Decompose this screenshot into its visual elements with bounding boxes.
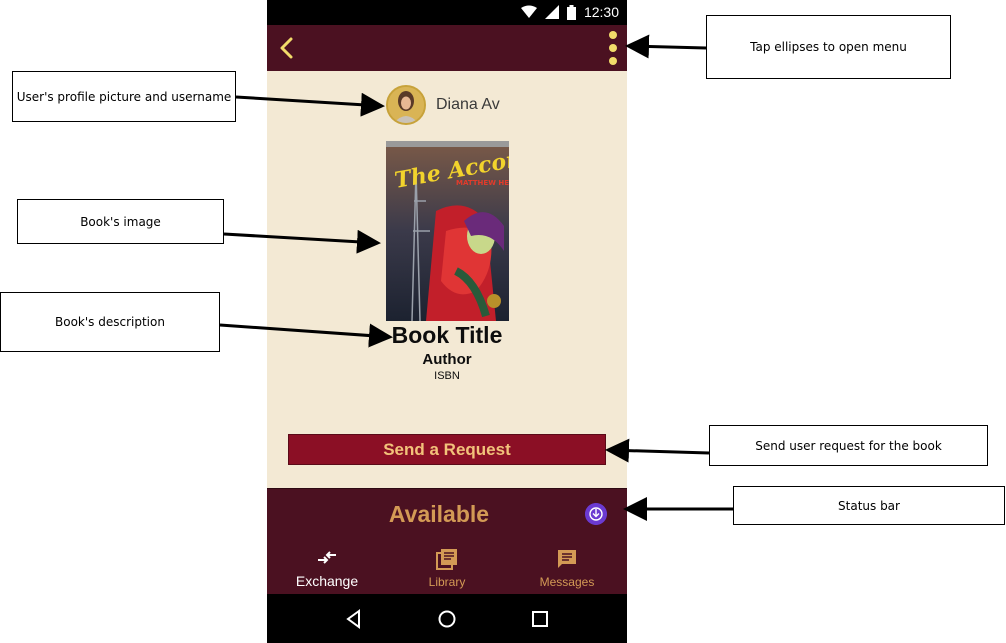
annotation-profile: User's profile picture and username bbox=[12, 71, 236, 122]
vertical-ellipsis-icon[interactable] bbox=[603, 29, 623, 67]
book-cover-image: The Accomplice MATTHEW HEAD bbox=[386, 141, 509, 321]
send-request-button[interactable]: Send a Request bbox=[288, 434, 606, 465]
annotation-status: Status bar bbox=[733, 486, 1005, 525]
annotation-description: Book's description bbox=[0, 292, 220, 352]
nav-label-messages: Messages bbox=[539, 575, 595, 589]
bottom-navigation: Exchange Library Messages bbox=[267, 537, 627, 594]
system-navigation-bar bbox=[267, 594, 627, 643]
book-isbn: ISBN bbox=[434, 370, 460, 382]
avatar[interactable] bbox=[386, 85, 426, 125]
android-status-bar: 12:30 bbox=[267, 0, 627, 25]
wifi-icon bbox=[520, 5, 537, 18]
download-circle-icon[interactable] bbox=[585, 503, 607, 525]
chevron-left-icon[interactable] bbox=[275, 35, 301, 61]
app-bar bbox=[267, 25, 627, 71]
back-triangle-icon[interactable] bbox=[343, 608, 365, 630]
username: Diana Av bbox=[436, 96, 500, 113]
swap-arrows-icon bbox=[318, 551, 336, 564]
library-icon bbox=[436, 549, 457, 570]
nav-label-library: Library bbox=[428, 575, 466, 589]
signal-icon bbox=[544, 5, 559, 19]
annotation-menu: Tap ellipses to open menu bbox=[706, 15, 951, 79]
annotation-image: Book's image bbox=[17, 199, 224, 244]
nav-item-messages[interactable]: Messages bbox=[507, 537, 627, 594]
user-profile[interactable]: Diana Av bbox=[386, 84, 500, 126]
phone-screen: 12:30 Diana Av The Accomplice MATTHEW HE… bbox=[267, 0, 627, 643]
message-icon bbox=[558, 550, 576, 568]
book-author: Author bbox=[422, 351, 472, 368]
availability-status-bar: Available bbox=[267, 488, 627, 537]
home-circle-icon[interactable] bbox=[436, 608, 458, 630]
cover-author: MATTHEW HEAD bbox=[456, 179, 509, 187]
nav-item-exchange[interactable]: Exchange bbox=[267, 537, 387, 594]
battery-icon bbox=[566, 4, 576, 20]
recents-square-icon[interactable] bbox=[529, 608, 551, 630]
nav-label-exchange: Exchange bbox=[295, 573, 359, 589]
clock: 12:30 bbox=[583, 4, 619, 20]
book-title: Book Title bbox=[391, 322, 503, 348]
status-label: Available bbox=[388, 501, 490, 527]
nav-item-library[interactable]: Library bbox=[387, 537, 507, 594]
annotation-request: Send user request for the book bbox=[709, 425, 988, 466]
